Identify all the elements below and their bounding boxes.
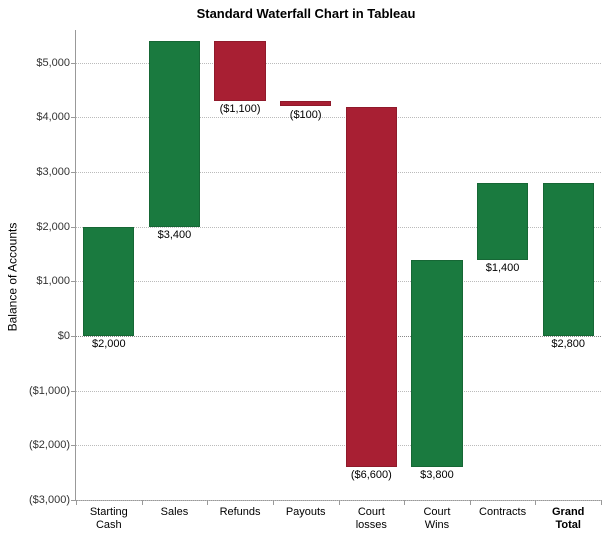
bar-court-wins — [411, 260, 462, 468]
bar-value-label: $2,000 — [59, 338, 159, 350]
x-category-label: GrandTotal — [518, 506, 612, 531]
grid-line — [76, 281, 601, 282]
bar-value-label: ($100) — [256, 109, 356, 121]
bar-value-label: $3,800 — [387, 469, 487, 481]
x-tick-mark — [142, 500, 143, 505]
bar-contracts — [477, 183, 528, 260]
x-tick-mark — [207, 500, 208, 505]
bar-court-losses — [346, 107, 397, 468]
x-tick-mark — [339, 500, 340, 505]
y-axis-label: Balance of Accounts — [5, 222, 19, 331]
bar-sales — [149, 41, 200, 227]
y-tick-label: ($2,000) — [29, 439, 76, 451]
y-tick-label: $1,000 — [36, 275, 76, 287]
bar-grand-total — [543, 183, 594, 336]
x-tick-mark — [601, 500, 602, 505]
y-tick-label: $3,000 — [36, 166, 76, 178]
plot-area: ($3,000)($2,000)($1,000)$0$1,000$2,000$3… — [75, 30, 601, 501]
grid-line — [76, 445, 601, 446]
bar-refunds — [214, 41, 265, 101]
x-tick-mark — [404, 500, 405, 505]
bar-starting-cash — [83, 227, 134, 336]
grid-line — [76, 336, 601, 337]
bar-value-label: $1,400 — [453, 262, 553, 274]
y-tick-label: ($1,000) — [29, 385, 76, 397]
y-tick-label: ($3,000) — [29, 494, 76, 506]
bar-value-label: $3,400 — [124, 229, 224, 241]
y-axis-label-wrap: Balance of Accounts — [4, 0, 20, 553]
waterfall-chart: Standard Waterfall Chart in Tableau Bala… — [0, 0, 612, 553]
x-tick-mark — [470, 500, 471, 505]
grid-line — [76, 391, 601, 392]
x-tick-mark — [76, 500, 77, 505]
y-tick-label: $4,000 — [36, 111, 76, 123]
x-tick-mark — [273, 500, 274, 505]
x-tick-mark — [535, 500, 536, 505]
y-tick-label: $2,000 — [36, 221, 76, 233]
y-tick-label: $5,000 — [36, 57, 76, 69]
bar-payouts — [280, 101, 331, 106]
chart-title: Standard Waterfall Chart in Tableau — [0, 6, 612, 21]
bar-value-label: $2,800 — [518, 338, 612, 350]
